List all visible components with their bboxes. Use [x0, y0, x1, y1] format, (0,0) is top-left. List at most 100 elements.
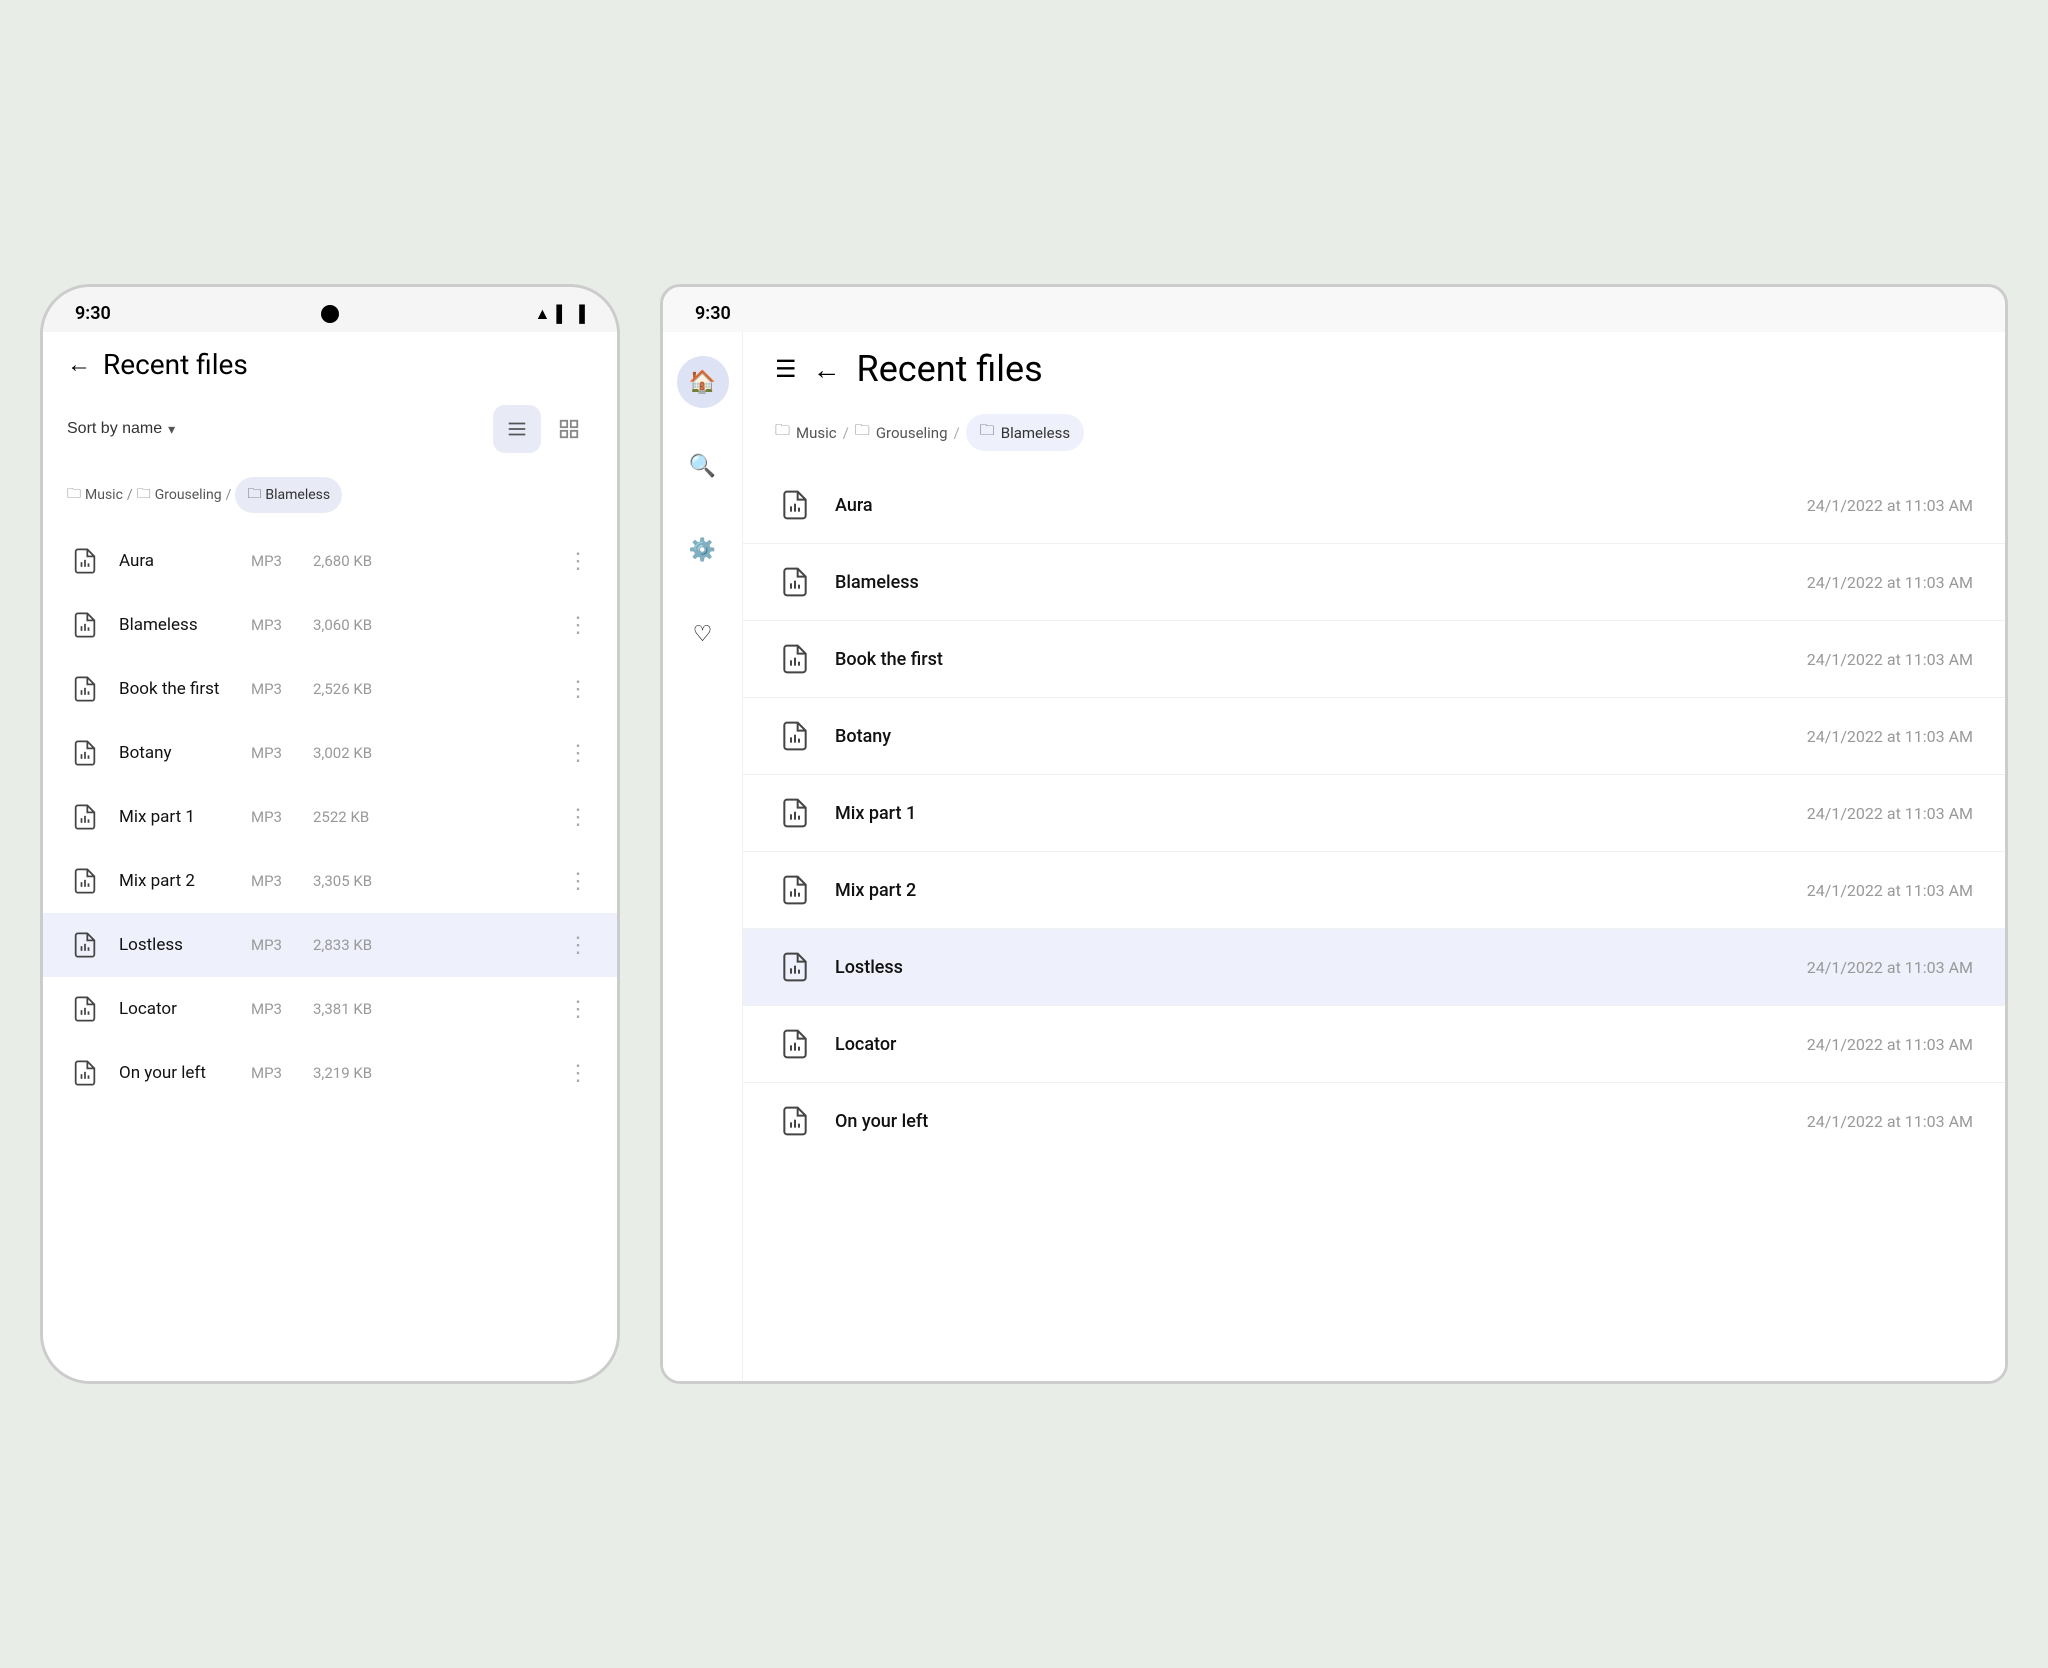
file-more-button[interactable]: ⋮ [563, 993, 593, 1026]
phone-frame: 9:30 ▲ ▌ ▐ ← Recent files Sort by name ▾ [40, 284, 620, 1384]
file-name: Locator [119, 999, 239, 1019]
file-icon [67, 671, 103, 707]
phone-app-content: ← Recent files Sort by name ▾ [43, 332, 617, 1381]
tablet-file-icon [775, 716, 815, 756]
file-name: Lostless [119, 935, 239, 955]
tablet-file-name: Botany [835, 726, 1787, 747]
tablet-breadcrumb-music[interactable]: 🗀 Music [775, 420, 837, 445]
tablet-back-button[interactable]: ← [813, 353, 841, 386]
file-size: 3,305 KB [313, 872, 372, 890]
file-more-button[interactable]: ⋮ [563, 929, 593, 962]
tablet-file-name: Aura [835, 495, 1787, 516]
tablet-file-list: Aura 24/1/2022 at 11:03 AM Blameless 24/… [743, 467, 2005, 1381]
phone-file-item[interactable]: Mix part 1 MP3 2522 KB ⋮ [43, 785, 617, 849]
tablet-file-item[interactable]: Lostless 24/1/2022 at 11:03 AM [743, 929, 2005, 1005]
tablet-breadcrumb: 🗀 Music / 🗀 Grouseling / 🗀 Blameless [743, 406, 2005, 467]
sidebar-item-settings[interactable]: ⚙️ [677, 524, 729, 576]
file-more-button[interactable]: ⋮ [563, 1057, 593, 1090]
file-type: MP3 [251, 936, 301, 954]
file-more-button[interactable]: ⋮ [563, 737, 593, 770]
file-more-button[interactable]: ⋮ [563, 673, 593, 706]
breadcrumb-music-label: Music [85, 487, 123, 503]
sort-arrow-icon: ▾ [168, 421, 175, 438]
phone-file-item[interactable]: On your left MP3 3,219 KB ⋮ [43, 1041, 617, 1105]
folder-icon-2: 🗀 [137, 483, 151, 507]
sort-button[interactable]: Sort by name ▾ [67, 420, 175, 438]
tablet-sidebar: 🏠 🔍 ⚙️ ♡ [663, 332, 743, 1381]
phone-file-item[interactable]: Aura MP3 2,680 KB ⋮ [43, 529, 617, 593]
camera-dot [321, 305, 339, 323]
file-info: Locator MP3 3,381 KB [119, 999, 547, 1019]
phone-file-item[interactable]: Blameless MP3 3,060 KB ⋮ [43, 593, 617, 657]
file-more-button[interactable]: ⋮ [563, 801, 593, 834]
file-info: Mix part 2 MP3 3,305 KB [119, 871, 547, 891]
tablet-breadcrumb-blameless[interactable]: 🗀 Blameless [966, 414, 1084, 451]
tablet-file-icon [775, 1024, 815, 1064]
tablet-file-date: 24/1/2022 at 11:03 AM [1807, 958, 1973, 977]
wifi-icon: ▲ [534, 304, 550, 324]
list-view-button[interactable] [493, 405, 541, 453]
tablet-file-item[interactable]: Botany 24/1/2022 at 11:03 AM [743, 698, 2005, 774]
file-more-button[interactable]: ⋮ [563, 545, 593, 578]
tablet-breadcrumb-grouseling[interactable]: 🗀 Grouseling [855, 420, 948, 445]
file-type: MP3 [251, 808, 301, 826]
tablet-file-icon [775, 562, 815, 602]
file-type: MP3 [251, 872, 301, 890]
breadcrumb-grouseling[interactable]: 🗀 Grouseling [137, 483, 222, 507]
tablet-file-item[interactable]: Aura 24/1/2022 at 11:03 AM [743, 467, 2005, 543]
menu-button[interactable]: ☰ [775, 355, 797, 383]
tablet-file-date: 24/1/2022 at 11:03 AM [1807, 496, 1973, 515]
phone-breadcrumb: 🗀 Music / 🗀 Grouseling / 🗀 Blameless [43, 469, 617, 529]
phone-file-item[interactable]: Mix part 2 MP3 3,305 KB ⋮ [43, 849, 617, 913]
file-more-button[interactable]: ⋮ [563, 865, 593, 898]
tablet-header: ☰ ← Recent files [743, 332, 2005, 406]
file-name: Blameless [119, 615, 239, 635]
file-type: MP3 [251, 1064, 301, 1082]
breadcrumb-blameless[interactable]: 🗀 Blameless [235, 477, 342, 513]
grid-view-button[interactable] [545, 405, 593, 453]
tablet-breadcrumb-sep-2: / [954, 424, 960, 442]
file-info: Aura MP3 2,680 KB [119, 551, 547, 571]
file-more-button[interactable]: ⋮ [563, 609, 593, 642]
phone-header: ← Recent files [43, 332, 617, 397]
tablet-file-item[interactable]: Mix part 2 24/1/2022 at 11:03 AM [743, 852, 2005, 928]
tablet-file-date: 24/1/2022 at 11:03 AM [1807, 881, 1973, 900]
tablet-file-name: Locator [835, 1034, 1787, 1055]
tablet-main: ☰ ← Recent files 🗀 Music / 🗀 Grouseling … [743, 332, 2005, 1381]
file-name: On your left [119, 1063, 239, 1083]
phone-file-item[interactable]: Locator MP3 3,381 KB ⋮ [43, 977, 617, 1041]
file-type: MP3 [251, 1000, 301, 1018]
phone-file-item[interactable]: Book the first MP3 2,526 KB ⋮ [43, 657, 617, 721]
phone-file-item[interactable]: Botany MP3 3,002 KB ⋮ [43, 721, 617, 785]
file-icon [67, 543, 103, 579]
file-icon [67, 799, 103, 835]
tablet-file-icon [775, 947, 815, 987]
tablet-breadcrumb-sep-1: / [843, 424, 849, 442]
tablet-file-item[interactable]: Book the first 24/1/2022 at 11:03 AM [743, 621, 2005, 697]
tablet-file-item[interactable]: On your left 24/1/2022 at 11:03 AM [743, 1083, 2005, 1159]
phone-file-item[interactable]: Lostless MP3 2,833 KB ⋮ [43, 913, 617, 977]
file-info: Mix part 1 MP3 2522 KB [119, 807, 547, 827]
breadcrumb-sep-1: / [127, 487, 133, 503]
file-size: 3,060 KB [313, 616, 372, 634]
file-icon [67, 863, 103, 899]
folder-icon-3: 🗀 [247, 483, 261, 507]
sidebar-item-home[interactable]: 🏠 [677, 356, 729, 408]
tablet-breadcrumb-grouseling-label: Grouseling [876, 424, 948, 442]
file-info: Book the first MP3 2,526 KB [119, 679, 547, 699]
phone-toolbar: Sort by name ▾ [43, 397, 617, 469]
tablet-file-item[interactable]: Mix part 1 24/1/2022 at 11:03 AM [743, 775, 2005, 851]
file-name: Mix part 2 [119, 871, 239, 891]
sidebar-item-search[interactable]: 🔍 [677, 440, 729, 492]
file-info: On your left MP3 3,219 KB [119, 1063, 547, 1083]
tablet-file-date: 24/1/2022 at 11:03 AM [1807, 727, 1973, 746]
tablet-file-date: 24/1/2022 at 11:03 AM [1807, 573, 1973, 592]
back-button[interactable]: ← [67, 350, 91, 379]
sidebar-item-favorites[interactable]: ♡ [677, 608, 729, 660]
tablet-folder-icon-3: 🗀 [980, 420, 995, 445]
tablet-file-item[interactable]: Locator 24/1/2022 at 11:03 AM [743, 1006, 2005, 1082]
sort-label: Sort by name [67, 420, 162, 438]
tablet-file-item[interactable]: Blameless 24/1/2022 at 11:03 AM [743, 544, 2005, 620]
file-type: MP3 [251, 616, 301, 634]
breadcrumb-music[interactable]: 🗀 Music [67, 483, 123, 507]
